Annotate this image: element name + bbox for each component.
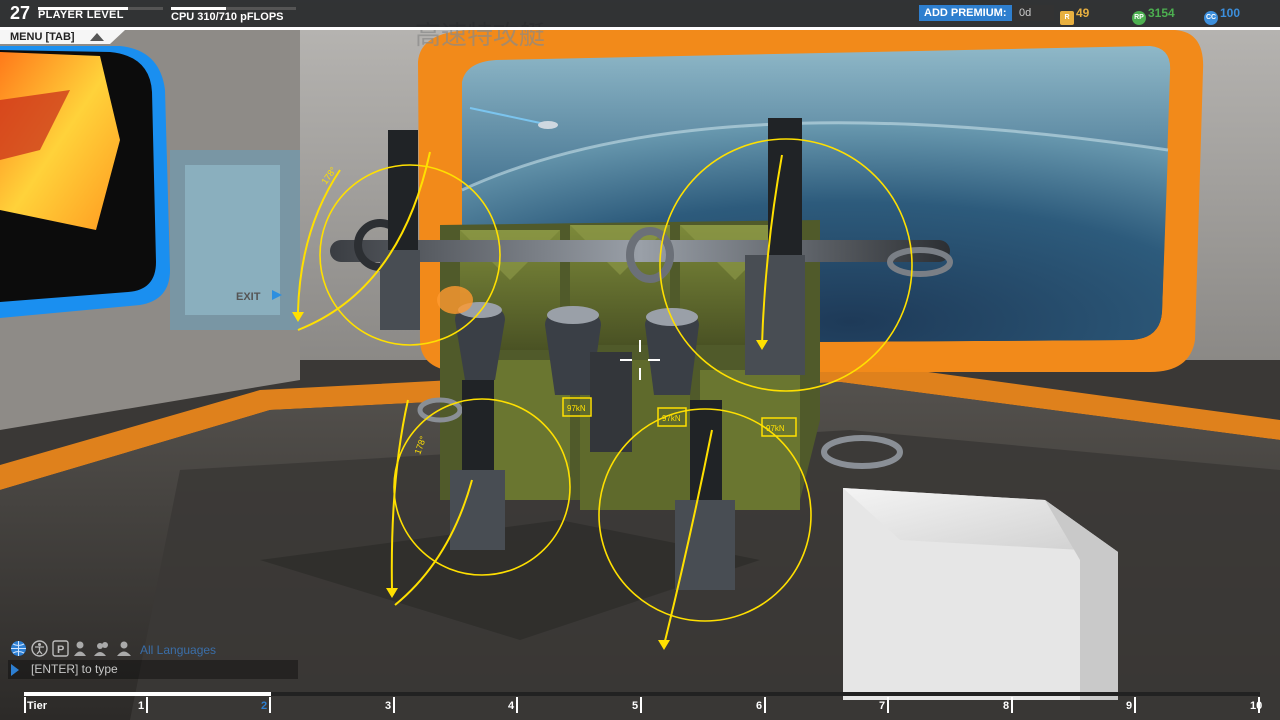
clan-icon[interactable] (115, 640, 132, 657)
tier-tick (269, 697, 271, 713)
svg-text:97kN: 97kN (567, 404, 586, 413)
robits-icon: R (1060, 11, 1074, 25)
tier-number-1[interactable]: 1 (138, 700, 144, 712)
friend-icon[interactable] (73, 640, 90, 657)
tier-number-9[interactable]: 9 (1126, 700, 1132, 712)
party-icon[interactable]: P (52, 640, 69, 657)
tier-label: Tier (27, 700, 47, 712)
player-level-progress-fill (38, 7, 128, 10)
add-premium-button[interactable]: ADD PREMIUM: (919, 5, 1012, 21)
robits-value: 49 (1076, 6, 1090, 20)
tier-fill (24, 692, 272, 696)
globe-icon[interactable] (10, 640, 27, 657)
tier-number-7[interactable]: 7 (879, 700, 885, 712)
tier-tick (393, 697, 395, 713)
chat-language-filter[interactable]: All Languages (140, 643, 216, 657)
tier-number-3[interactable]: 3 (385, 700, 391, 712)
rp-currency: RP 3154 (1132, 5, 1175, 25)
tier-number-8[interactable]: 8 (1003, 700, 1009, 712)
tier-tick (640, 697, 642, 713)
robits-currency: R 49 (1060, 5, 1090, 25)
tier-tick (764, 697, 766, 713)
tier-bar: Tier 1 2 3 4 5 6 7 8 9 10 (24, 692, 1262, 720)
cc-value: 100 (1220, 6, 1241, 20)
group-icon[interactable] (94, 640, 111, 657)
tier-number-2[interactable]: 2 (261, 700, 267, 712)
game-scene: 高速特攻艇 EXIT 178° 178° 97kN 97kN 97kN (0, 0, 1280, 720)
player-level-number: 27 (10, 3, 31, 23)
svg-text:P: P (57, 644, 64, 656)
chat-caret-icon (11, 664, 19, 676)
rp-icon: RP (1132, 11, 1146, 25)
tier-number-6[interactable]: 6 (756, 700, 762, 712)
menu-tab-label[interactable]: MENU [TAB] (10, 31, 75, 43)
player-level-label: PLAYER LEVEL (38, 9, 124, 21)
cpu-bar-fill (171, 7, 226, 10)
tier-number-10[interactable]: 10 (1250, 700, 1262, 712)
cpu-label: CPU 310/710 pFLOPS (171, 11, 284, 23)
tier-start-tick (24, 697, 26, 713)
tier-number-5[interactable]: 5 (632, 700, 638, 712)
tier-number-4[interactable]: 4 (508, 700, 514, 712)
chat-placeholder: [ENTER] to type (31, 662, 118, 676)
tier-tick (1134, 697, 1136, 713)
premium-days: 0d (1014, 5, 1054, 21)
exit-sign: EXIT (236, 291, 261, 303)
tier-tick (887, 697, 889, 713)
rp-value: 3154 (1148, 6, 1175, 20)
tier-tick (1011, 697, 1013, 713)
accessibility-icon[interactable] (31, 640, 48, 657)
menu-expand-icon[interactable] (90, 33, 104, 41)
svg-text:97kN: 97kN (662, 414, 681, 423)
cc-icon: CC (1204, 11, 1218, 25)
hud-divider (0, 27, 1280, 30)
tier-tick (146, 697, 148, 713)
cc-currency: CC 100 (1204, 5, 1241, 25)
svg-text:97kN: 97kN (766, 424, 785, 433)
tier-tick (516, 697, 518, 713)
